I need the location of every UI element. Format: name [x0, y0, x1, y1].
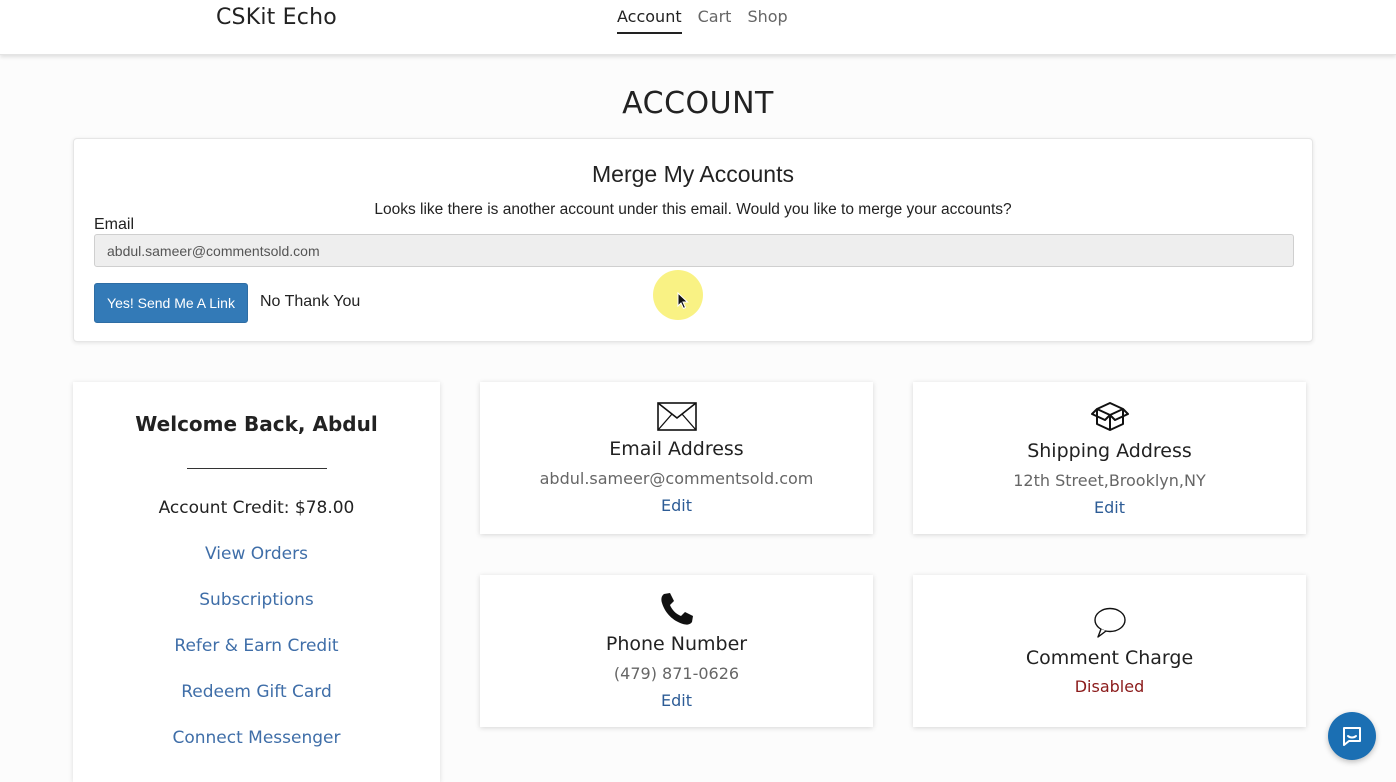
view-orders-link[interactable]: View Orders: [73, 544, 440, 564]
email-address-card: Email Address abdul.sameer@commentsold.c…: [480, 382, 873, 534]
merge-title: Merge My Accounts: [592, 161, 794, 187]
merge-message: Looks like there is another account unde…: [374, 201, 1012, 218]
main-nav: Account Cart Shop: [617, 7, 788, 34]
page-title: ACCOUNT: [622, 86, 774, 121]
redeem-gift-card-link[interactable]: Redeem Gift Card: [73, 682, 440, 702]
phone-icon: [480, 592, 873, 626]
connect-messenger-link[interactable]: Connect Messenger: [73, 728, 440, 748]
chat-button[interactable]: [1328, 712, 1376, 760]
shipping-edit-link[interactable]: Edit: [913, 498, 1306, 517]
phone-number-card: Phone Number (479) 871-0626 Edit: [480, 575, 873, 727]
chat-icon: [1343, 727, 1361, 746]
box-icon: [913, 400, 1306, 432]
email-field[interactable]: [94, 234, 1294, 267]
phone-edit-link[interactable]: Edit: [480, 691, 873, 710]
account-credit: Account Credit: $78.00: [158, 498, 355, 518]
welcome-heading: Welcome Back, Abdul: [135, 412, 378, 436]
email-card-title: Email Address: [609, 438, 744, 460]
speech-bubble-icon: [913, 607, 1306, 639]
envelope-icon: [480, 402, 873, 431]
account-sidebar: Welcome Back, Abdul Account Credit: $78.…: [73, 382, 440, 782]
no-thank-you-button[interactable]: No Thank You: [260, 293, 360, 311]
phone-card-value: (479) 871-0626: [613, 664, 740, 683]
send-link-button[interactable]: Yes! Send Me A Link: [94, 283, 248, 323]
mouse-pointer-icon: [677, 292, 689, 310]
sidebar-divider: [187, 468, 327, 469]
comment-card-title: Comment Charge: [1025, 647, 1194, 669]
comment-charge-status: Disabled: [1074, 677, 1145, 696]
nav-cart[interactable]: Cart: [698, 7, 732, 34]
shipping-card-title: Shipping Address: [1027, 440, 1192, 462]
comment-charge-card: Comment Charge Disabled: [913, 575, 1306, 727]
subscriptions-link[interactable]: Subscriptions: [73, 590, 440, 610]
email-label: Email: [94, 216, 135, 233]
shipping-card-value: 12th Street,Brooklyn,NY: [1013, 471, 1206, 490]
brand-logo-text[interactable]: CSKit Echo: [216, 5, 337, 30]
shipping-address-card: Shipping Address 12th Street,Brooklyn,NY…: [913, 382, 1306, 534]
phone-card-title: Phone Number: [605, 633, 748, 655]
top-navbar: CSKit Echo Account Cart Shop: [0, 0, 1396, 55]
nav-account[interactable]: Account: [617, 7, 682, 34]
email-card-value: abdul.sameer@commentsold.com: [539, 469, 814, 488]
email-edit-link[interactable]: Edit: [480, 496, 873, 515]
nav-shop[interactable]: Shop: [747, 7, 787, 34]
refer-earn-link[interactable]: Refer & Earn Credit: [73, 636, 440, 656]
